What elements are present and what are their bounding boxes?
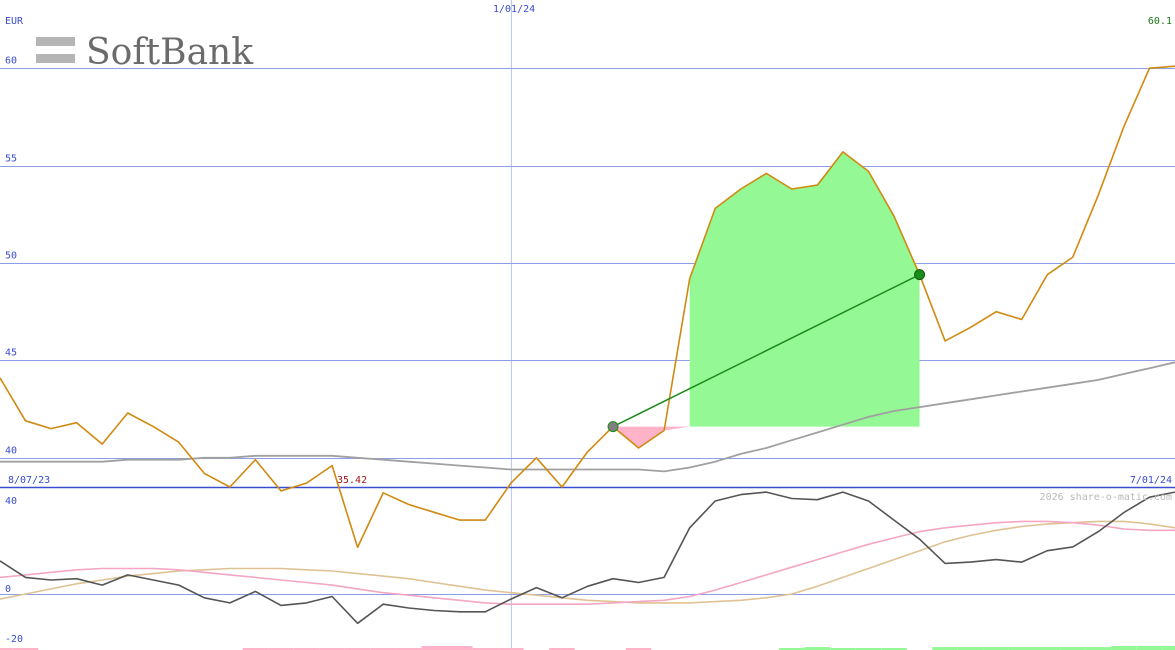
osc-tick-0: 0 (5, 584, 11, 595)
trade-exit-marker (914, 269, 926, 281)
histogram-bar (421, 646, 447, 650)
histogram-bar (1111, 646, 1137, 650)
stock-chart: SoftBank EUR 60.1 8/07/23 1/01/24 7/01/2… (0, 0, 1175, 650)
histogram-bar (1136, 646, 1163, 650)
price-tick-50: 50 (5, 251, 17, 262)
series-price (0, 65, 1175, 549)
date-label-start: 8/07/23 (8, 475, 50, 486)
histogram-bar (447, 646, 473, 650)
softbank-logo: SoftBank (36, 32, 254, 73)
logo-text: SoftBank (86, 32, 254, 73)
osc-series-signal-2 (0, 520, 1175, 604)
oscillator-panel (0, 491, 1175, 650)
last-value-label: 60.1 (1148, 16, 1172, 27)
series-moving-average (0, 361, 1175, 473)
trade-loss-area (613, 426, 690, 449)
osc-tick--20: -20 (5, 634, 23, 645)
osc-tick-40: 40 (5, 496, 17, 507)
price-panel (0, 65, 1175, 549)
currency-label: EUR (5, 16, 24, 27)
logo-bar-top (36, 37, 75, 46)
min-value-label: 35.42 (337, 475, 367, 486)
grid (0, 0, 1175, 650)
price-tick-60: 60 (5, 56, 17, 67)
osc-series-signal (0, 520, 1175, 606)
watermark: 2026 share-o-matic.com (1040, 492, 1172, 503)
price-tick-55: 55 (5, 154, 17, 165)
date-label-mid: 1/01/24 (493, 4, 535, 15)
price-tick-40: 40 (5, 446, 17, 457)
date-label-end: 7/01/24 (1130, 475, 1172, 486)
trade-gain-area (689, 151, 920, 427)
logo-bar-bottom (36, 54, 75, 63)
histogram-bar (1162, 646, 1175, 650)
price-tick-45: 45 (5, 348, 17, 359)
axis-labels: EUR 60.1 8/07/23 1/01/24 7/01/24 35.42 2… (5, 4, 1172, 645)
trade-entry-marker (607, 421, 619, 433)
